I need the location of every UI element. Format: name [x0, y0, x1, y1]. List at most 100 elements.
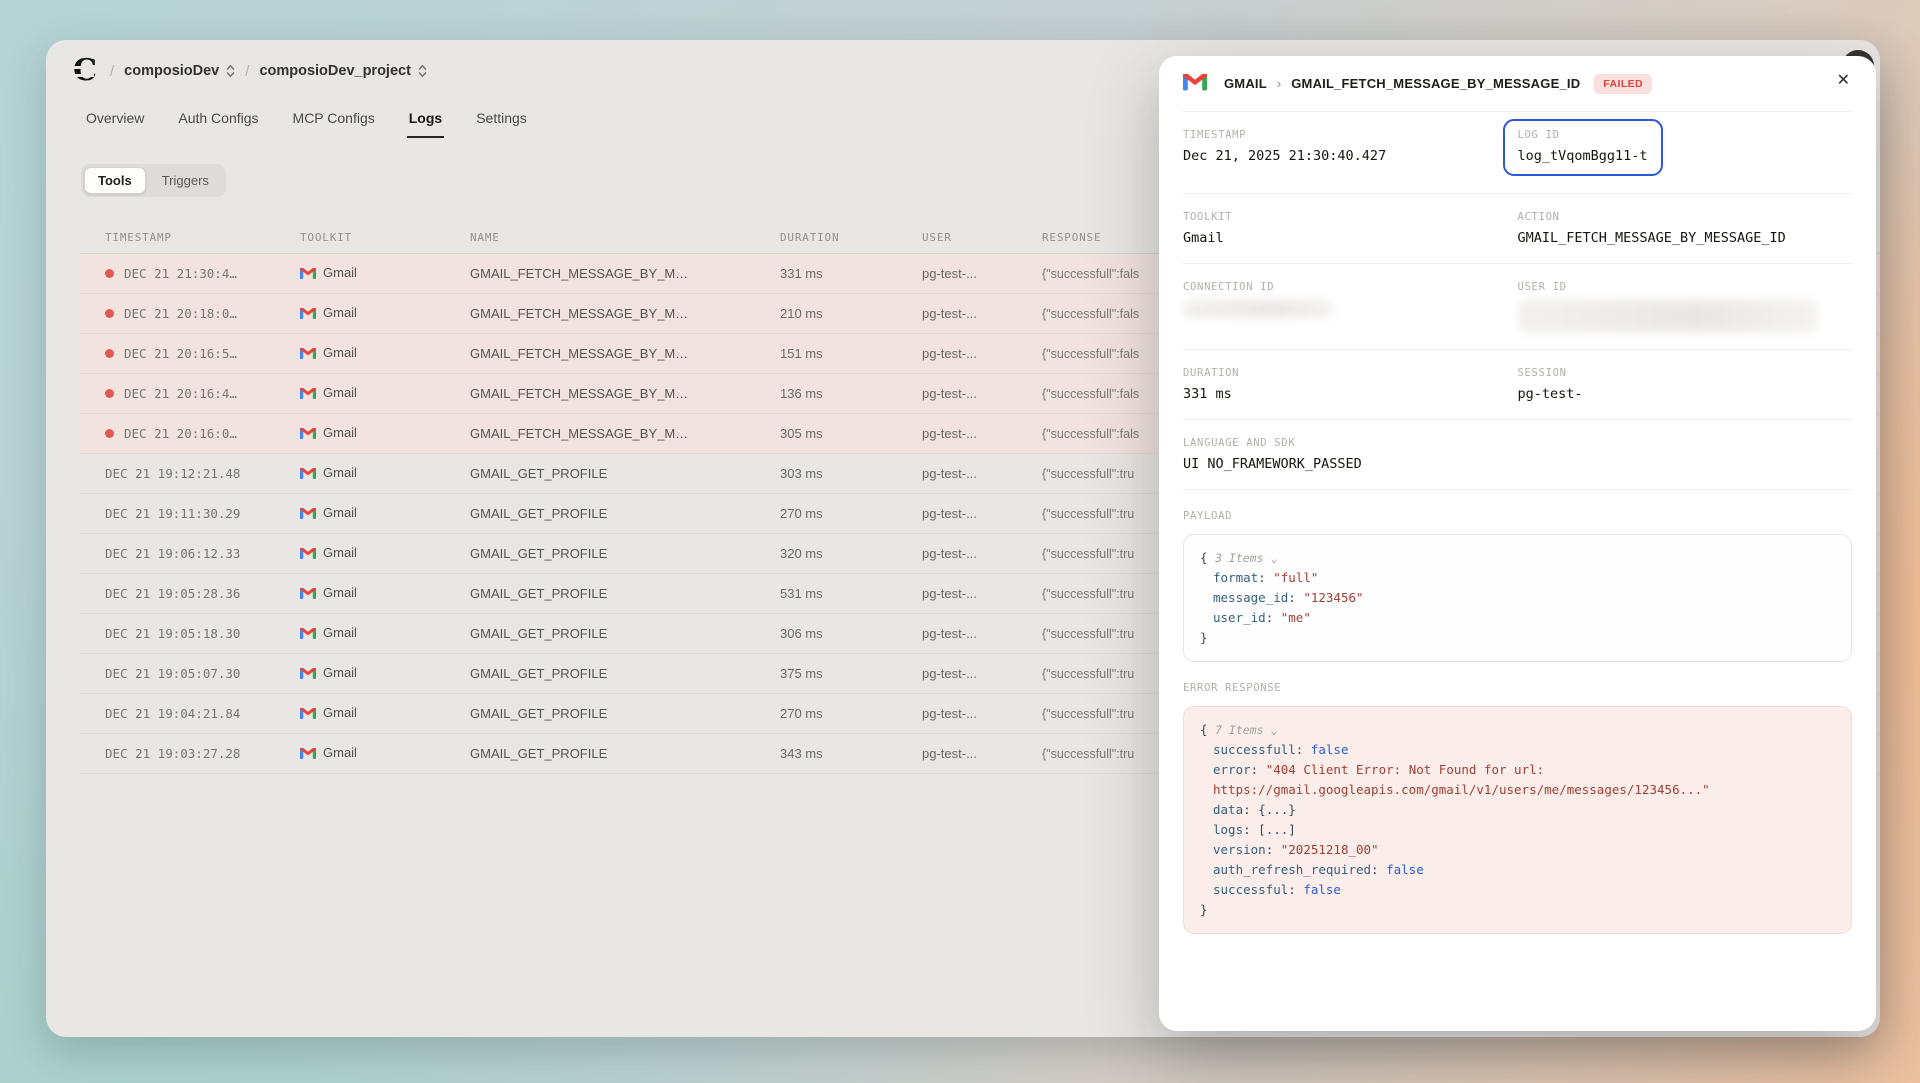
field-toolkit: TOOLKIT Gmail: [1183, 211, 1518, 246]
cell-name: GMAIL_GET_PROFILE: [470, 546, 780, 561]
cell-toolkit: Gmail: [300, 665, 470, 682]
gmail-icon: [300, 427, 316, 442]
cell-toolkit: Gmail: [300, 505, 470, 522]
cell-toolkit: Gmail: [300, 625, 470, 642]
chevron-updown-icon: [226, 64, 235, 78]
cell-timestamp: DEC 21 20:16:4…: [105, 386, 300, 401]
breadcrumb-org-selector[interactable]: composioDev: [124, 63, 235, 79]
column-header-name: NAME: [470, 231, 780, 244]
cell-timestamp: DEC 21 19:05:07.30: [105, 666, 300, 681]
payload-code[interactable]: { 3 Items ⌄format: "full"message_id: "12…: [1183, 534, 1852, 662]
cell-toolkit: Gmail: [300, 265, 470, 282]
cell-user: pg-test-...: [922, 626, 1042, 641]
field-language-sdk: LANGUAGE AND SDK UI NO_FRAMEWORK_PASSED: [1183, 437, 1852, 472]
cell-duration: 331 ms: [780, 266, 922, 281]
code-line: message_id: "123456": [1200, 588, 1835, 608]
cell-duration: 136 ms: [780, 386, 922, 401]
code-line: auth_refresh_required: false: [1200, 860, 1835, 880]
cell-name: GMAIL_GET_PROFILE: [470, 746, 780, 761]
cell-user: pg-test-...: [922, 386, 1042, 401]
org-name: composioDev: [124, 63, 219, 79]
close-icon[interactable]: ✕: [1837, 73, 1850, 89]
cell-toolkit: Gmail: [300, 305, 470, 322]
cell-duration: 270 ms: [780, 506, 922, 521]
cell-user: pg-test-...: [922, 506, 1042, 521]
segment-triggers[interactable]: Triggers: [148, 167, 223, 194]
cell-timestamp: DEC 21 19:04:21.84: [105, 706, 300, 721]
error-dot-icon: [105, 429, 114, 438]
cell-toolkit: Gmail: [300, 385, 470, 402]
cell-duration: 210 ms: [780, 306, 922, 321]
cell-timestamp: DEC 21 19:11:30.29: [105, 506, 300, 521]
cell-duration: 375 ms: [780, 666, 922, 681]
code-line: logs: [...]: [1200, 820, 1835, 840]
error-dot-icon: [105, 389, 114, 398]
gmail-icon: [300, 467, 316, 482]
cell-name: GMAIL_GET_PROFILE: [470, 666, 780, 681]
project-name: composioDev_project: [259, 63, 411, 79]
code-line: error: "404 Client Error: Not Found for …: [1200, 760, 1835, 780]
cell-name: GMAIL_GET_PROFILE: [470, 466, 780, 481]
log-detail-panel: GMAIL › GMAIL_FETCH_MESSAGE_BY_MESSAGE_I…: [1159, 56, 1876, 1031]
cell-duration: 531 ms: [780, 586, 922, 601]
panel-action-name: GMAIL_FETCH_MESSAGE_BY_MESSAGE_ID: [1291, 76, 1580, 91]
composio-logo-icon[interactable]: C: [70, 56, 100, 86]
redacted-value: [1183, 300, 1333, 318]
cell-user: pg-test-...: [922, 586, 1042, 601]
cell-timestamp: DEC 21 21:30:4…: [105, 266, 300, 281]
code-line: }: [1200, 628, 1835, 648]
cell-toolkit: Gmail: [300, 465, 470, 482]
tab-settings[interactable]: Settings: [474, 106, 529, 138]
chevron-updown-icon: [418, 64, 427, 78]
gmail-icon: [300, 587, 316, 602]
field-row: TOOLKIT Gmail ACTION GMAIL_FETCH_MESSAGE…: [1183, 194, 1852, 264]
cell-name: GMAIL_GET_PROFILE: [470, 506, 780, 521]
cell-name: GMAIL_GET_PROFILE: [470, 626, 780, 641]
cell-timestamp: DEC 21 19:06:12.33: [105, 546, 300, 561]
tab-logs[interactable]: Logs: [407, 106, 444, 138]
breadcrumb-separator: /: [245, 63, 249, 80]
log-id-focus-ring[interactable]: LOG ID log_tVqomBgg11-t: [1503, 119, 1663, 176]
field-connection-id: CONNECTION ID: [1183, 281, 1518, 318]
column-header-duration: DURATION: [780, 231, 922, 244]
cell-user: pg-test-...: [922, 546, 1042, 561]
cell-user: pg-test-...: [922, 466, 1042, 481]
gmail-icon: [300, 747, 316, 762]
tab-overview[interactable]: Overview: [84, 106, 146, 138]
field-user-id: USER ID: [1518, 281, 1853, 332]
cell-name: GMAIL_GET_PROFILE: [470, 706, 780, 721]
cell-toolkit: Gmail: [300, 545, 470, 562]
cell-toolkit: Gmail: [300, 745, 470, 762]
cell-timestamp: DEC 21 19:05:28.36: [105, 586, 300, 601]
cell-name: GMAIL_GET_PROFILE: [470, 586, 780, 601]
code-line: user_id: "me": [1200, 608, 1835, 628]
gmail-icon: [300, 547, 316, 562]
redacted-value: [1518, 300, 1818, 332]
column-header-timestamp: TIMESTAMP: [105, 231, 300, 244]
tab-mcp-configs[interactable]: MCP Configs: [291, 106, 377, 138]
segment-tools[interactable]: Tools: [84, 167, 146, 194]
field-row: TIMESTAMP Dec 21, 2025 21:30:40.427 LOG …: [1183, 112, 1852, 194]
gmail-icon: [300, 627, 316, 642]
breadcrumb-project-selector[interactable]: composioDev_project: [259, 63, 427, 79]
cell-timestamp: DEC 21 20:16:0…: [105, 426, 300, 441]
gmail-icon: [300, 507, 316, 522]
field-row: LANGUAGE AND SDK UI NO_FRAMEWORK_PASSED: [1183, 420, 1852, 490]
cell-duration: 270 ms: [780, 706, 922, 721]
cell-timestamp: DEC 21 19:05:18.30: [105, 626, 300, 641]
field-log-id: LOG ID log_tVqomBgg11-t: [1518, 129, 1853, 176]
cell-name: GMAIL_FETCH_MESSAGE_BY_M…: [470, 306, 780, 321]
field-row: CONNECTION ID USER ID: [1183, 264, 1852, 350]
tab-auth-configs[interactable]: Auth Configs: [176, 106, 260, 138]
code-line: successful: false: [1200, 880, 1835, 900]
code-line: https://gmail.googleapis.com/gmail/v1/us…: [1200, 780, 1835, 800]
field-session: SESSION pg-test-: [1518, 367, 1853, 402]
column-header-toolkit: TOOLKIT: [300, 231, 470, 244]
panel-toolkit-name: GMAIL: [1224, 76, 1267, 91]
gmail-icon: [300, 307, 316, 322]
error-response-code[interactable]: { 7 Items ⌄successfull: falseerror: "404…: [1183, 706, 1852, 934]
cell-name: GMAIL_FETCH_MESSAGE_BY_M…: [470, 346, 780, 361]
code-line: { 3 Items ⌄: [1200, 548, 1835, 568]
cell-toolkit: Gmail: [300, 425, 470, 442]
code-line: data: {...}: [1200, 800, 1835, 820]
